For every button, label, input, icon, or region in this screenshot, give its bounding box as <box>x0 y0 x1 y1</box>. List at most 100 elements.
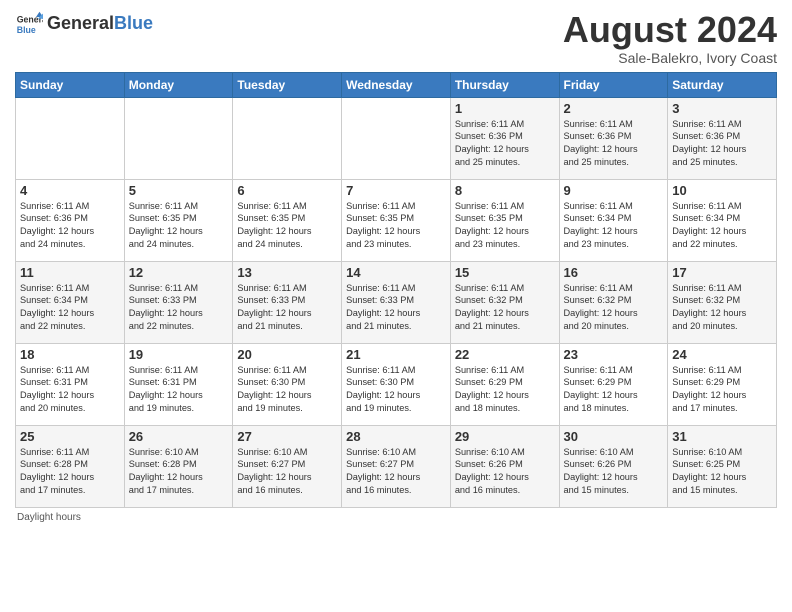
day-cell: 30 Sunrise: 6:10 AM Sunset: 6:26 PM Dayli… <box>559 425 668 507</box>
day-cell: 12Sunrise: 6:11 AM Sunset: 6:33 PM Dayli… <box>124 261 233 343</box>
day-cell: 29 Sunrise: 6:10 AM Sunset: 6:26 PM Dayli… <box>450 425 559 507</box>
col-header-friday: Friday <box>559 72 668 97</box>
day-number: 9 <box>564 183 664 198</box>
day-cell: 26Sunrise: 6:10 AM Sunset: 6:28 PM Dayli… <box>124 425 233 507</box>
day-number: 30 <box>564 429 664 444</box>
day-number: 11 <box>20 265 120 280</box>
day-cell: 22 Sunrise: 6:11 AM Sunset: 6:29 PM Dayli… <box>450 343 559 425</box>
day-cell: 10 Sunrise: 6:11 AM Sunset: 6:34 PM Dayli… <box>668 179 777 261</box>
day-cell: 4 Sunrise: 6:11 AM Sunset: 6:36 PM Daylig… <box>16 179 125 261</box>
day-number: 8 <box>455 183 555 198</box>
logo: General Blue GeneralBlue <box>15 10 153 38</box>
day-number: 26 <box>129 429 229 444</box>
week-row-3: 11 Sunrise: 6:11 AM Sunset: 6:34 PM Dayli… <box>16 261 777 343</box>
day-number: 13 <box>237 265 337 280</box>
day-info: Sunrise: 6:11 AM Sunset: 6:36 PM Dayligh… <box>564 118 664 170</box>
day-number: 22 <box>455 347 555 362</box>
day-info: Sunrise: 6:11 AM Sunset: 6:32 PM Dayligh… <box>672 282 772 334</box>
day-number: 12 <box>129 265 229 280</box>
day-info: Sunrise: 6:11 AM Sunset: 6:34 PM Dayligh… <box>20 282 120 334</box>
day-info: Sunrise: 6:11 AM Sunset: 6:29 PM Dayligh… <box>564 364 664 416</box>
day-info: Sunrise: 6:11 AM Sunset: 6:33 PM Dayligh… <box>237 282 337 334</box>
day-cell: 18 Sunrise: 6:11 AM Sunset: 6:31 PM Dayli… <box>16 343 125 425</box>
day-info: Sunrise: 6:11 AM Sunset: 6:34 PM Dayligh… <box>564 200 664 252</box>
day-info: Sunrise: 6:11 AM Sunset: 6:36 PM Dayligh… <box>455 118 555 170</box>
day-info: Sunrise: 6:11 AM Sunset: 6:36 PM Dayligh… <box>20 200 120 252</box>
day-cell: 14Sunrise: 6:11 AM Sunset: 6:33 PM Dayli… <box>342 261 451 343</box>
day-number: 3 <box>672 101 772 116</box>
day-cell: 13 Sunrise: 6:11 AM Sunset: 6:33 PM Dayli… <box>233 261 342 343</box>
day-info: Sunrise: 6:10 AM Sunset: 6:26 PM Dayligh… <box>455 446 555 498</box>
day-number: 7 <box>346 183 446 198</box>
day-cell <box>342 97 451 179</box>
col-header-sunday: Sunday <box>16 72 125 97</box>
svg-text:Blue: Blue <box>17 25 36 35</box>
day-cell: 23 Sunrise: 6:11 AM Sunset: 6:29 PM Dayli… <box>559 343 668 425</box>
day-info: Sunrise: 6:11 AM Sunset: 6:35 PM Dayligh… <box>455 200 555 252</box>
col-header-tuesday: Tuesday <box>233 72 342 97</box>
footer: Daylight hours <box>15 512 777 523</box>
day-info: Sunrise: 6:11 AM Sunset: 6:34 PM Dayligh… <box>672 200 772 252</box>
calendar-header: SundayMondayTuesdayWednesdayThursdayFrid… <box>16 72 777 97</box>
day-cell <box>16 97 125 179</box>
week-row-1: 1 Sunrise: 6:11 AM Sunset: 6:36 PM Daylig… <box>16 97 777 179</box>
daylight-label: Daylight hours <box>17 512 81 523</box>
day-info: Sunrise: 6:11 AM Sunset: 6:32 PM Dayligh… <box>455 282 555 334</box>
day-info: Sunrise: 6:10 AM Sunset: 6:26 PM Dayligh… <box>564 446 664 498</box>
day-info: Sunrise: 6:11 AM Sunset: 6:28 PM Dayligh… <box>20 446 120 498</box>
day-info: Sunrise: 6:11 AM Sunset: 6:36 PM Dayligh… <box>672 118 772 170</box>
day-number: 5 <box>129 183 229 198</box>
day-cell: 24 Sunrise: 6:11 AM Sunset: 6:29 PM Dayli… <box>668 343 777 425</box>
day-number: 20 <box>237 347 337 362</box>
day-number: 1 <box>455 101 555 116</box>
page-container: General Blue GeneralBlue August 2024 Sal… <box>0 0 792 533</box>
day-cell: 8 Sunrise: 6:11 AM Sunset: 6:35 PM Daylig… <box>450 179 559 261</box>
day-info: Sunrise: 6:11 AM Sunset: 6:31 PM Dayligh… <box>20 364 120 416</box>
day-cell: 11 Sunrise: 6:11 AM Sunset: 6:34 PM Dayli… <box>16 261 125 343</box>
day-cell: 31Sunrise: 6:10 AM Sunset: 6:25 PM Dayli… <box>668 425 777 507</box>
col-header-monday: Monday <box>124 72 233 97</box>
logo-icon: General Blue <box>15 10 43 38</box>
day-number: 24 <box>672 347 772 362</box>
day-number: 4 <box>20 183 120 198</box>
week-row-2: 4 Sunrise: 6:11 AM Sunset: 6:36 PM Daylig… <box>16 179 777 261</box>
day-cell: 3 Sunrise: 6:11 AM Sunset: 6:36 PM Daylig… <box>668 97 777 179</box>
day-info: Sunrise: 6:10 AM Sunset: 6:27 PM Dayligh… <box>346 446 446 498</box>
day-info: Sunrise: 6:11 AM Sunset: 6:30 PM Dayligh… <box>237 364 337 416</box>
day-cell: 17Sunrise: 6:11 AM Sunset: 6:32 PM Dayli… <box>668 261 777 343</box>
day-cell: 28 Sunrise: 6:10 AM Sunset: 6:27 PM Dayli… <box>342 425 451 507</box>
week-row-5: 25 Sunrise: 6:11 AM Sunset: 6:28 PM Dayli… <box>16 425 777 507</box>
day-number: 28 <box>346 429 446 444</box>
calendar-body: 1 Sunrise: 6:11 AM Sunset: 6:36 PM Daylig… <box>16 97 777 507</box>
day-cell: 20 Sunrise: 6:11 AM Sunset: 6:30 PM Dayli… <box>233 343 342 425</box>
day-info: Sunrise: 6:11 AM Sunset: 6:35 PM Dayligh… <box>346 200 446 252</box>
col-header-thursday: Thursday <box>450 72 559 97</box>
day-info: Sunrise: 6:10 AM Sunset: 6:25 PM Dayligh… <box>672 446 772 498</box>
day-cell: 9 Sunrise: 6:11 AM Sunset: 6:34 PM Daylig… <box>559 179 668 261</box>
day-cell: 6 Sunrise: 6:11 AM Sunset: 6:35 PM Daylig… <box>233 179 342 261</box>
day-number: 23 <box>564 347 664 362</box>
day-info: Sunrise: 6:11 AM Sunset: 6:30 PM Dayligh… <box>346 364 446 416</box>
day-cell: 2Sunrise: 6:11 AM Sunset: 6:36 PM Daylig… <box>559 97 668 179</box>
day-info: Sunrise: 6:11 AM Sunset: 6:33 PM Dayligh… <box>346 282 446 334</box>
title-section: August 2024 Sale-Balekro, Ivory Coast <box>563 10 777 66</box>
day-cell <box>124 97 233 179</box>
day-info: Sunrise: 6:11 AM Sunset: 6:29 PM Dayligh… <box>672 364 772 416</box>
day-number: 29 <box>455 429 555 444</box>
day-info: Sunrise: 6:10 AM Sunset: 6:27 PM Dayligh… <box>237 446 337 498</box>
calendar-table: SundayMondayTuesdayWednesdayThursdayFrid… <box>15 72 777 508</box>
day-number: 6 <box>237 183 337 198</box>
header: General Blue GeneralBlue August 2024 Sal… <box>15 10 777 66</box>
day-info: Sunrise: 6:11 AM Sunset: 6:29 PM Dayligh… <box>455 364 555 416</box>
day-cell: 25 Sunrise: 6:11 AM Sunset: 6:28 PM Dayli… <box>16 425 125 507</box>
logo-text-block: GeneralBlue <box>47 14 153 34</box>
day-number: 16 <box>564 265 664 280</box>
day-cell: 5Sunrise: 6:11 AM Sunset: 6:35 PM Daylig… <box>124 179 233 261</box>
logo-general: General <box>47 13 114 33</box>
day-info: Sunrise: 6:11 AM Sunset: 6:35 PM Dayligh… <box>237 200 337 252</box>
day-number: 25 <box>20 429 120 444</box>
day-number: 18 <box>20 347 120 362</box>
day-number: 19 <box>129 347 229 362</box>
day-number: 10 <box>672 183 772 198</box>
header-row: SundayMondayTuesdayWednesdayThursdayFrid… <box>16 72 777 97</box>
